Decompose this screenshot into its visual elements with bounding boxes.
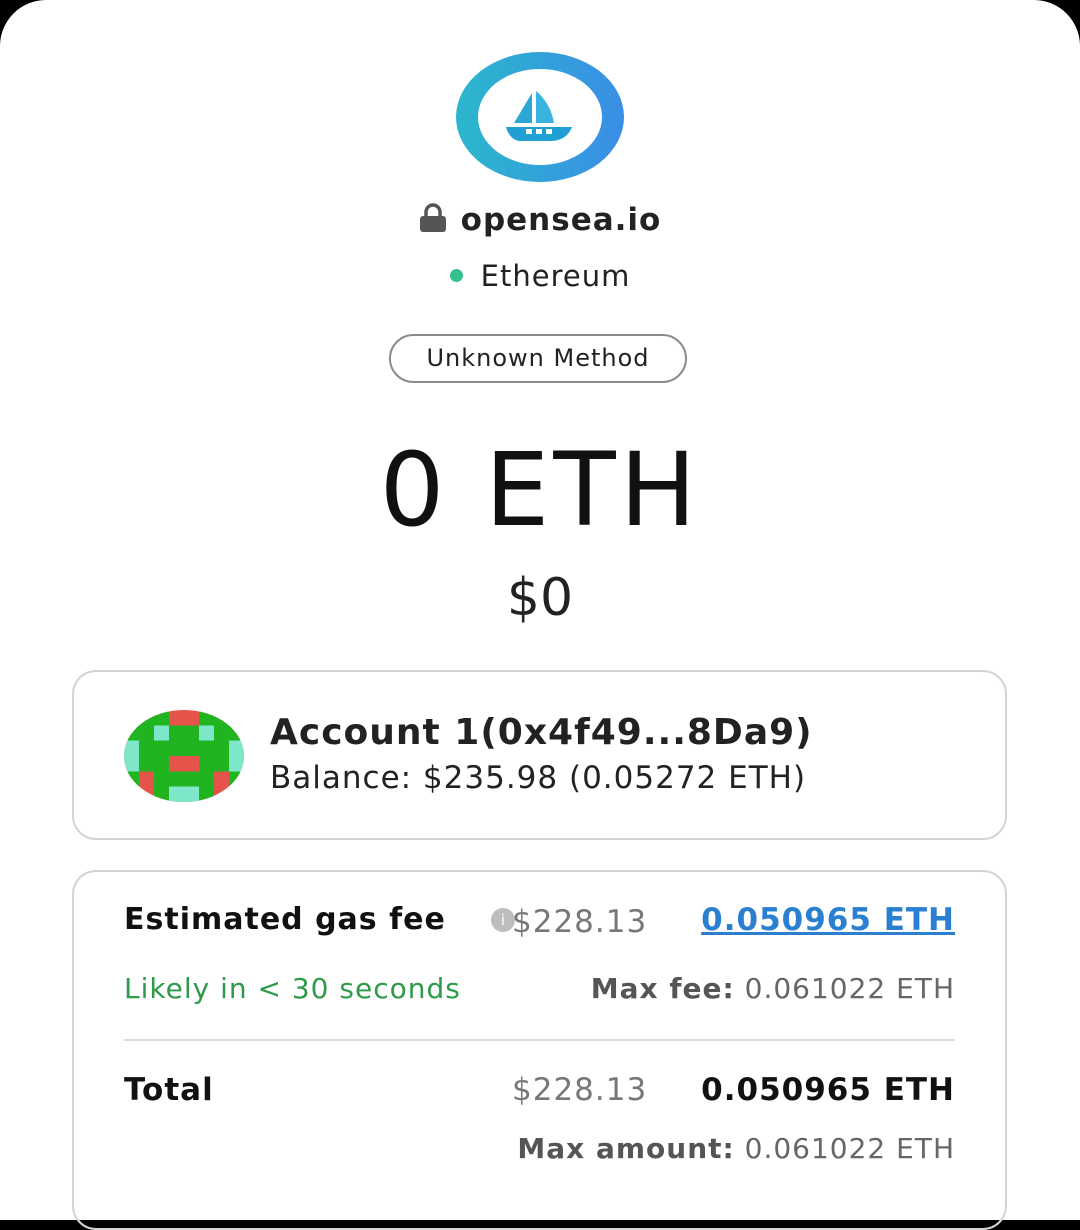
account-balance: Balance: $235.98 (0.05272 ETH) bbox=[270, 760, 807, 796]
gas-fee-eth-link[interactable]: 0.050965 ETH bbox=[701, 902, 955, 938]
account-name: Account 1(0x4f49...8Da9) bbox=[270, 712, 813, 753]
network-name: Ethereum bbox=[480, 259, 631, 293]
max-amount-label: Max amount: bbox=[517, 1132, 735, 1165]
identicon-avatar bbox=[124, 710, 244, 802]
max-fee: Max fee: 0.061022 ETH bbox=[591, 972, 955, 1005]
total-label: Total bbox=[124, 1072, 214, 1108]
max-amount: Max amount: 0.061022 ETH bbox=[517, 1132, 955, 1165]
account-card[interactable]: Account 1(0x4f49...8Da9) Balance: $235.9… bbox=[72, 670, 1007, 840]
site-logo bbox=[456, 52, 624, 182]
site-domain: opensea.io bbox=[460, 202, 662, 238]
max-fee-label: Max fee: bbox=[590, 972, 735, 1005]
gas-fee-card: Estimated gas fee i $228.13 0.050965 ETH… bbox=[72, 870, 1007, 1230]
gas-fee-label: Estimated gas fee bbox=[124, 902, 446, 937]
transaction-fiat-value: $0 bbox=[506, 568, 574, 628]
divider bbox=[124, 1039, 955, 1041]
network-indicator: Ethereum bbox=[0, 259, 1080, 293]
transaction-amount: 0 ETH bbox=[379, 431, 701, 550]
total-usd: $228.13 bbox=[512, 1072, 648, 1108]
method-pill: Unknown Method bbox=[389, 334, 687, 383]
gas-time-estimate: Likely in < 30 seconds bbox=[124, 972, 461, 1005]
network-status-dot bbox=[449, 269, 463, 282]
opensea-ship-icon bbox=[506, 91, 572, 141]
max-amount-value: 0.061022 ETH bbox=[744, 1132, 955, 1165]
lock-icon bbox=[419, 203, 446, 232]
total-eth: 0.050965 ETH bbox=[701, 1072, 955, 1108]
site-origin: opensea.io bbox=[0, 202, 1080, 238]
confirmation-sheet: opensea.io Ethereum Unknown Method 0 ETH… bbox=[0, 0, 1080, 1230]
gas-fee-usd: $228.13 bbox=[512, 904, 648, 940]
max-fee-value: 0.061022 ETH bbox=[744, 972, 955, 1005]
